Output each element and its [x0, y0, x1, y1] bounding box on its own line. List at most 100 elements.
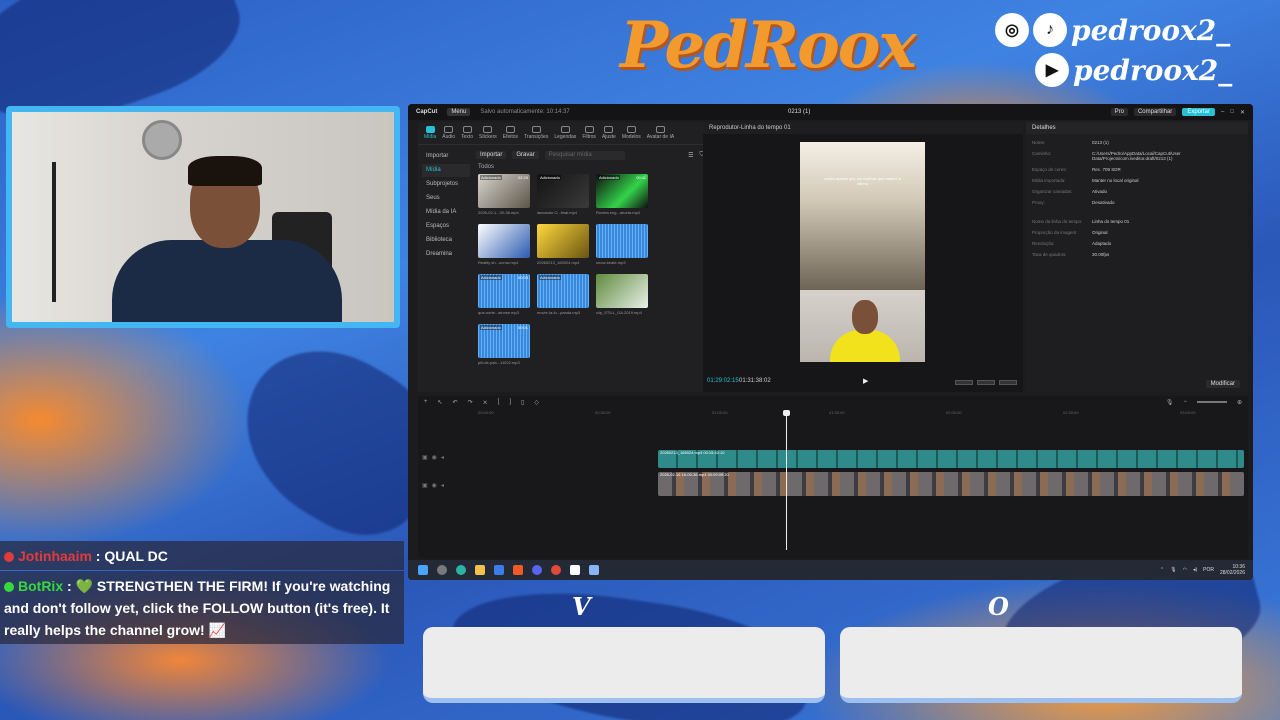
- sidebar-item-library[interactable]: Biblioteca: [422, 234, 470, 247]
- tab-templates[interactable]: Modelos: [622, 126, 641, 140]
- tab-captions[interactable]: Legendas: [554, 126, 576, 140]
- clock[interactable]: 10:36 28/02/2026: [1220, 564, 1245, 576]
- pro-button[interactable]: Pro: [1110, 108, 1128, 116]
- media-thumbnail[interactable]: Adicionado lancando O...final.mp4: [537, 174, 589, 218]
- timeline-clip[interactable]: 2026-02-16 16-00-36.mp4 00:09:09:20: [658, 472, 1244, 496]
- tab-stickers[interactable]: Stickers: [479, 126, 497, 140]
- delete-icon[interactable]: ▯: [521, 399, 524, 406]
- undo-icon[interactable]: ↶: [453, 399, 458, 406]
- media-thumbnail[interactable]: clip_STILL_GA.2019.mp4: [596, 274, 648, 318]
- brave-icon[interactable]: [513, 565, 523, 575]
- folder-icon[interactable]: [475, 565, 485, 575]
- video-preview[interactable]: vocês acham que vai explicar que essa é …: [800, 142, 925, 362]
- volume-icon[interactable]: ◂): [1193, 567, 1197, 573]
- timeline-clip[interactable]: 20260213_165024.mp4 00:15:42:10: [658, 450, 1244, 468]
- edge-icon[interactable]: [456, 565, 466, 575]
- ratio-button[interactable]: [955, 380, 973, 385]
- capcut-icon[interactable]: [570, 565, 580, 575]
- tab-filters[interactable]: Filtros: [582, 126, 596, 140]
- quality-button[interactable]: [977, 380, 995, 385]
- visibility-icon[interactable]: ◉: [432, 454, 437, 464]
- tab-effects[interactable]: Efeitos: [503, 126, 518, 140]
- sidebar-item-spaces[interactable]: Espaços: [422, 220, 470, 233]
- playhead[interactable]: [783, 410, 790, 550]
- project-title: 0213 (1): [788, 109, 811, 115]
- media-preview: Adicionado 00:03: [478, 274, 530, 308]
- media-thumbnail[interactable]: 20260213_165024.mp4: [537, 224, 589, 268]
- details-title: Detalhes: [1026, 122, 1248, 134]
- sidebar-item-media[interactable]: Mídia: [422, 164, 470, 177]
- sidebar-item-ai-media[interactable]: Mídia da IA: [422, 206, 470, 219]
- chevron-up-icon[interactable]: ⌃: [1160, 567, 1164, 573]
- modify-button[interactable]: Modificar: [1205, 380, 1240, 388]
- sort-icon[interactable]: ☰: [688, 152, 693, 159]
- share-button[interactable]: Compartilhar: [1133, 108, 1177, 116]
- media-sidebar: Importar Mídia Subprojetos Seus Mídia da…: [422, 150, 470, 262]
- split-icon[interactable]: ⨯: [483, 399, 488, 406]
- wifi-icon[interactable]: ◠: [1183, 567, 1187, 573]
- media-thumbnail[interactable]: Reality sh...ucrow.mp4: [478, 224, 530, 268]
- media-thumbnail[interactable]: Adicionado 00:11 Roxeta eng...ahorta.mp4: [596, 174, 648, 218]
- language-indicator[interactable]: POR: [1203, 567, 1214, 573]
- tripod: [52, 162, 56, 302]
- tab-label: Áudio: [442, 134, 456, 140]
- filter-all-label: Todos: [478, 164, 495, 170]
- sidebar-item-subprojects[interactable]: Subprojetos: [422, 178, 470, 191]
- media-thumbnail[interactable]: Adicionado movie-la-fu...panda.mp3: [537, 274, 589, 318]
- app-icon[interactable]: [589, 565, 599, 575]
- discord-icon[interactable]: [532, 565, 542, 575]
- close-icon[interactable]: ✕: [1240, 109, 1245, 116]
- tab-ai-avatar[interactable]: Avatar de IA: [647, 126, 674, 140]
- lock-icon[interactable]: ▣: [422, 454, 428, 464]
- mic-tray-icon[interactable]: 🎙: [1170, 567, 1176, 573]
- lock-icon[interactable]: ▣: [422, 482, 428, 492]
- trim-left-icon[interactable]: [: [498, 399, 500, 405]
- tab-transitions[interactable]: Transições: [524, 126, 548, 140]
- zoom-in-icon[interactable]: ⊕: [1237, 399, 1242, 406]
- editor-titlebar: CapCut Menu Salvo automaticamente: 10:14…: [408, 104, 1253, 120]
- store-icon[interactable]: [494, 565, 504, 575]
- added-badge: Adicionado: [480, 325, 502, 330]
- sidebar-item-yours[interactable]: Seus: [422, 192, 470, 205]
- detail-row: Nome: 0213 (1): [1026, 140, 1248, 145]
- fullscreen-button[interactable]: [999, 380, 1017, 385]
- media-preview: Adicionado: [537, 174, 589, 208]
- media-search-input[interactable]: Pesquisar mídia: [544, 150, 625, 160]
- tab-audio[interactable]: Áudio: [442, 126, 455, 140]
- minimize-icon[interactable]: –: [1221, 109, 1224, 115]
- user-badge-icon: [4, 582, 14, 592]
- track-controls-b: ▣ ◉ ◂: [422, 482, 472, 492]
- marker-icon[interactable]: ◇: [534, 399, 539, 406]
- tab-media[interactable]: Mídia: [424, 126, 436, 140]
- zoom-slider[interactable]: [1196, 401, 1227, 403]
- mic-icon[interactable]: 🎙: [1166, 399, 1174, 406]
- media-thumbnail[interactable]: Adicionado 02:25 2026-02-1...00-36.mp4: [478, 174, 530, 218]
- media-thumbnail[interactable]: Adicionado 00:01 piii-de-pab...11022.mp3: [478, 324, 530, 368]
- sidebar-item-dreamina[interactable]: Dreamina: [422, 248, 470, 261]
- audio-toggle-icon[interactable]: ◂: [441, 482, 444, 492]
- media-thumbnail[interactable]: snow-beate.mp3: [596, 224, 648, 268]
- detail-value: Original: [1092, 230, 1108, 235]
- menu-button[interactable]: Menu: [447, 108, 471, 116]
- templates-icon: [626, 126, 636, 133]
- sidebar-item-import[interactable]: Importar: [422, 150, 470, 163]
- export-button[interactable]: Exportar: [1182, 108, 1215, 116]
- search-icon[interactable]: [437, 565, 447, 575]
- start-icon[interactable]: [418, 565, 428, 575]
- tab-text[interactable]: Texto: [461, 126, 473, 140]
- play-icon[interactable]: ▶: [863, 377, 868, 385]
- tab-adjust[interactable]: Ajuste: [602, 126, 616, 140]
- media-thumbnail[interactable]: Adicionado 00:03 que-sorte...ainnse.mp3: [478, 274, 530, 318]
- audio-toggle-icon[interactable]: ◂: [441, 454, 444, 464]
- player-tools: [955, 380, 1017, 385]
- trim-right-icon[interactable]: ]: [509, 399, 511, 405]
- visibility-icon[interactable]: ◉: [432, 482, 437, 492]
- select-icon[interactable]: ↖: [438, 399, 443, 406]
- maximize-icon[interactable]: □: [1230, 109, 1234, 115]
- zoom-out-icon[interactable]: −: [1183, 399, 1187, 405]
- chrome-icon[interactable]: [551, 565, 561, 575]
- import-button[interactable]: Importar: [476, 151, 507, 159]
- add-icon[interactable]: +: [424, 399, 428, 405]
- record-button[interactable]: Gravar: [512, 151, 539, 159]
- redo-icon[interactable]: ↷: [468, 399, 473, 406]
